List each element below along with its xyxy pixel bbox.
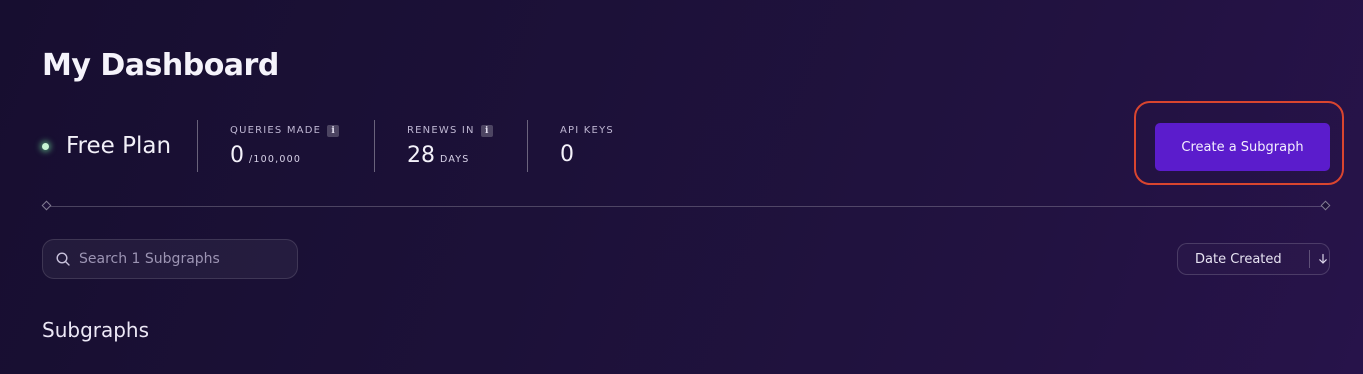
api-keys-stat: API KEYS 0 bbox=[528, 118, 680, 174]
queries-made-label: QUERIES MADE bbox=[230, 125, 322, 136]
info-icon[interactable]: i bbox=[327, 124, 340, 137]
section-divider bbox=[46, 206, 1326, 207]
queries-limit: /100,000 bbox=[249, 153, 302, 165]
api-keys-label: API KEYS bbox=[560, 125, 614, 136]
plan-stats-bar: Free Plan QUERIES MADE i 0 /100,000 RENE… bbox=[42, 118, 680, 174]
renews-in-value: 28 bbox=[407, 142, 435, 168]
sort-separator bbox=[1309, 250, 1310, 268]
divider-diamond-left bbox=[41, 200, 52, 211]
search-box[interactable] bbox=[42, 239, 298, 279]
page-title: My Dashboard bbox=[42, 48, 279, 83]
queries-made-stat: QUERIES MADE i 0 /100,000 bbox=[198, 118, 374, 174]
search-icon bbox=[55, 251, 71, 267]
subgraphs-section-title: Subgraphs bbox=[42, 318, 150, 342]
renews-in-label: RENEWS IN bbox=[407, 125, 475, 136]
renews-in-unit: DAYS bbox=[440, 153, 470, 165]
api-keys-value: 0 bbox=[560, 142, 574, 167]
plan-label: Free Plan bbox=[66, 133, 172, 159]
create-subgraph-button[interactable]: Create a Subgraph bbox=[1155, 123, 1330, 171]
plan-status-dot bbox=[42, 142, 49, 150]
queries-made-value: 0 bbox=[230, 142, 244, 168]
arrow-down-icon[interactable] bbox=[1317, 253, 1329, 265]
search-input[interactable] bbox=[79, 251, 279, 267]
sort-label: Date Created bbox=[1195, 251, 1282, 267]
divider-diamond-right bbox=[1320, 200, 1331, 211]
sort-dropdown[interactable]: Date Created bbox=[1177, 243, 1330, 275]
plan-indicator: Free Plan bbox=[42, 118, 197, 174]
info-icon[interactable]: i bbox=[480, 124, 493, 137]
renews-in-stat: RENEWS IN i 28 DAYS bbox=[375, 118, 527, 174]
